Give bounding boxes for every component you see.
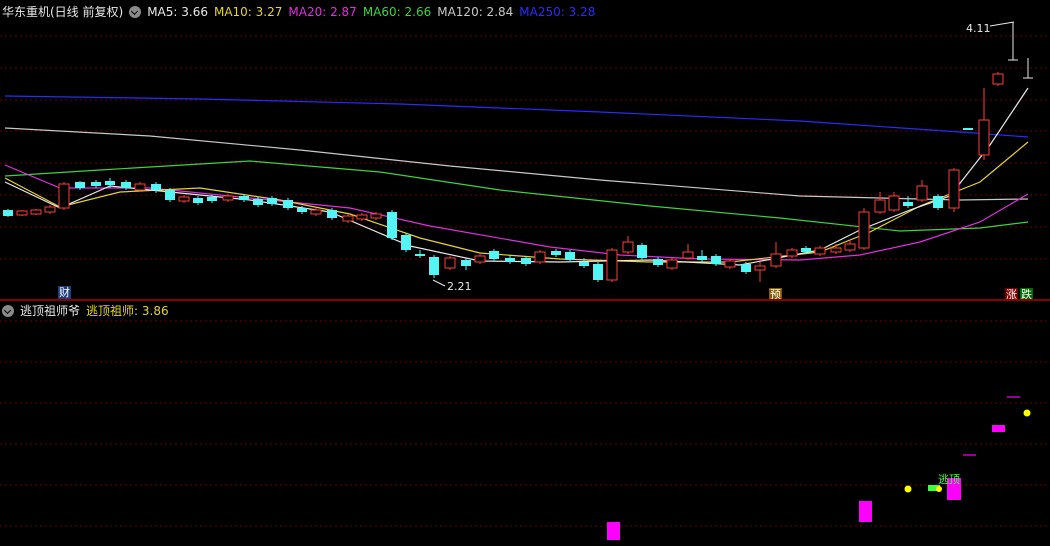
candle-body bbox=[342, 215, 354, 222]
candle-body bbox=[858, 211, 870, 249]
candle-body bbox=[844, 243, 856, 251]
indicator-dot bbox=[904, 485, 912, 493]
candle-body bbox=[253, 199, 263, 205]
indicator-dot bbox=[1023, 409, 1031, 417]
candle-body bbox=[579, 262, 589, 266]
candle-body bbox=[534, 251, 546, 263]
candle-body bbox=[370, 213, 382, 219]
candle-body bbox=[75, 182, 85, 188]
candle-body bbox=[903, 202, 913, 206]
candle-body bbox=[165, 190, 175, 200]
candle-body bbox=[297, 208, 307, 212]
candle-body bbox=[121, 182, 131, 188]
candle-body bbox=[637, 245, 647, 258]
chevron-down-icon[interactable] bbox=[129, 6, 142, 18]
candle-body bbox=[134, 183, 146, 191]
candle-body bbox=[711, 256, 721, 264]
candle-body bbox=[978, 119, 990, 156]
indicator-dot bbox=[936, 486, 942, 492]
indicator-bar bbox=[859, 501, 872, 522]
candle-body bbox=[933, 196, 943, 208]
candle-body bbox=[963, 128, 973, 130]
candle-body bbox=[356, 214, 368, 220]
ma5-label: MA5: 3.66 bbox=[147, 5, 208, 19]
candle-body bbox=[105, 181, 115, 185]
main-chart-panel[interactable]: 华东重机(日线 前复权) MA5: 3.66 MA10: 3.27 MA20: … bbox=[0, 0, 1050, 301]
ma20-label: MA20: 2.87 bbox=[288, 5, 357, 19]
candle-body bbox=[770, 253, 782, 267]
indicator-value: 逃顶祖师: 3.86 bbox=[86, 304, 169, 318]
candle-body bbox=[830, 247, 842, 253]
candle-body bbox=[741, 264, 751, 272]
chevron-down-icon[interactable] bbox=[2, 305, 14, 317]
candle-body bbox=[666, 259, 678, 269]
candlestick-chart[interactable]: 4.11 2.21 bbox=[0, 0, 1050, 300]
candle-body bbox=[16, 210, 28, 216]
candle-body bbox=[916, 185, 928, 201]
candle-body bbox=[505, 258, 515, 262]
ma10-label: MA10: 3.27 bbox=[213, 5, 283, 19]
candle-body bbox=[474, 255, 486, 263]
ma60-line bbox=[4, 160, 1029, 232]
ma120-label: MA120: 2.84 bbox=[437, 5, 514, 19]
marker-cai[interactable]: 财 bbox=[58, 286, 71, 299]
candle-body bbox=[606, 249, 618, 281]
candle-body bbox=[151, 184, 161, 190]
candle-body bbox=[30, 209, 42, 215]
candle-body bbox=[387, 212, 397, 238]
candle-body bbox=[754, 265, 766, 271]
candle-body bbox=[489, 251, 499, 259]
ma5-line bbox=[4, 87, 1029, 266]
indicator-title[interactable]: 逃顶祖师爷 bbox=[20, 302, 80, 320]
candle-body bbox=[565, 252, 575, 260]
candle-body bbox=[401, 235, 411, 250]
high-price-arrow bbox=[989, 21, 1015, 27]
indicator-chart[interactable]: 逃顶 bbox=[0, 301, 1050, 546]
candle-body bbox=[814, 247, 826, 255]
candle-body bbox=[521, 258, 531, 264]
main-legend: 华东重机(日线 前复权) MA5: 3.66 MA10: 3.27 MA20: … bbox=[2, 3, 595, 21]
candle-body bbox=[310, 209, 322, 215]
candle-body bbox=[267, 198, 277, 204]
low-price-arrow bbox=[432, 279, 446, 287]
candle-body bbox=[283, 200, 293, 208]
candle-body bbox=[874, 199, 886, 213]
candle-body bbox=[44, 206, 56, 213]
indicator-legend: 逃顶祖师爷 逃顶祖师: 3.86 bbox=[2, 302, 169, 320]
candle-body bbox=[593, 264, 603, 280]
candle-body bbox=[327, 210, 337, 218]
candle-body bbox=[193, 198, 203, 203]
candle-body bbox=[3, 210, 13, 216]
indicator-bar bbox=[992, 425, 1005, 432]
ma60-label: MA60: 2.66 bbox=[362, 5, 432, 19]
candle-body bbox=[444, 257, 456, 269]
candle-body bbox=[724, 260, 736, 268]
candle-body bbox=[91, 182, 101, 186]
low-price-label: 2.21 bbox=[447, 280, 472, 293]
ma250-label: MA250: 3.28 bbox=[519, 5, 596, 19]
candle-body bbox=[948, 169, 960, 209]
stock-title[interactable]: 华东重机(日线 前复权) bbox=[2, 3, 123, 21]
candle-body bbox=[801, 248, 811, 252]
candle-body bbox=[697, 256, 707, 260]
candle-body bbox=[786, 249, 798, 257]
candle-body bbox=[992, 73, 1004, 85]
candle-body bbox=[178, 196, 190, 202]
candle-body bbox=[653, 259, 663, 265]
candle-body bbox=[888, 195, 900, 211]
candle-body bbox=[551, 251, 561, 255]
candle-body bbox=[682, 251, 694, 259]
candle-body bbox=[461, 260, 471, 266]
candle-body bbox=[415, 254, 425, 256]
candle-body bbox=[239, 196, 249, 200]
candle-body bbox=[222, 195, 234, 201]
indicator-bar bbox=[607, 522, 620, 540]
high-price-label: 4.11 bbox=[966, 22, 991, 35]
candle-body bbox=[429, 257, 439, 275]
candle-body bbox=[622, 241, 634, 253]
candle-body bbox=[58, 183, 70, 209]
indicator-panel[interactable]: 逃顶祖师爷 逃顶祖师: 3.86 逃顶 bbox=[0, 301, 1050, 546]
candle-body bbox=[207, 197, 217, 201]
escape-signal-label: 逃顶 bbox=[938, 473, 960, 486]
